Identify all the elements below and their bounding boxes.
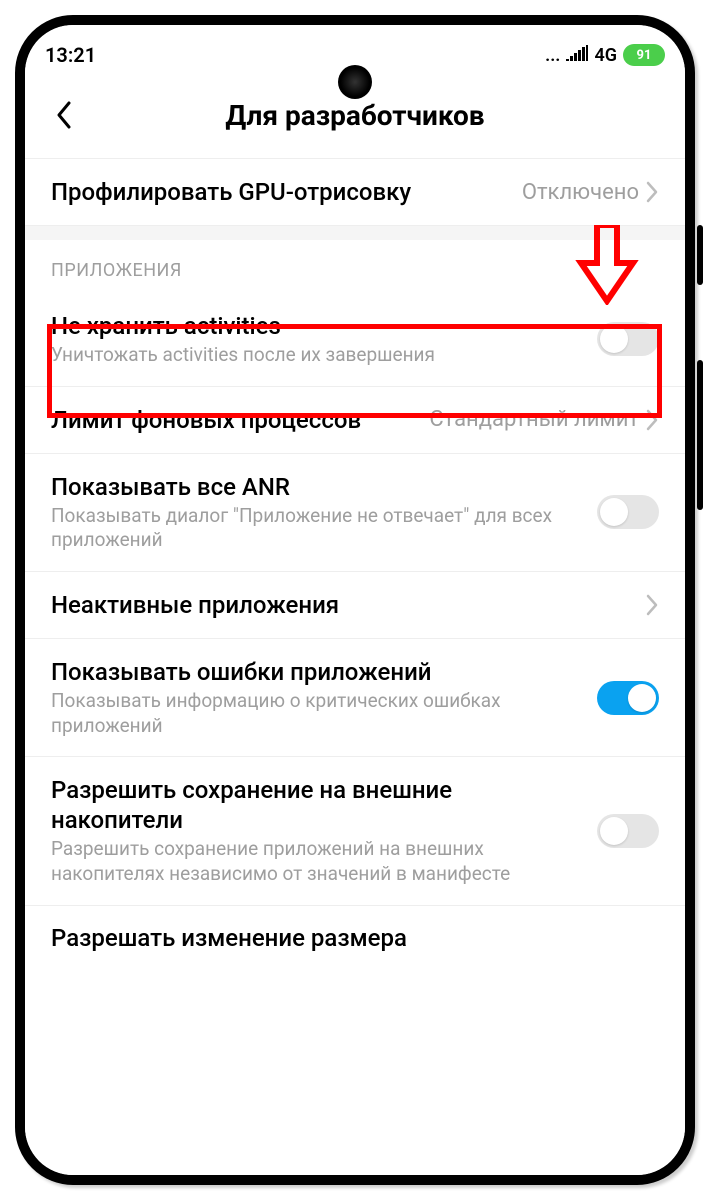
- row-dont-keep-activities[interactable]: Не хранить activities Уничтожать activit…: [25, 293, 685, 387]
- page-title: Для разработчиков: [225, 99, 484, 132]
- volume-button: [697, 360, 703, 510]
- row-allow-resize[interactable]: Разрешать изменение размера: [25, 906, 685, 952]
- status-dots: [545, 45, 560, 66]
- row-title: Показывать все ANR: [51, 472, 585, 502]
- row-gpu-profiling[interactable]: Профилировать GPU-отрисовку Отключено: [25, 159, 685, 226]
- row-background-limit[interactable]: Лимит фоновых процессов Стандартный лими…: [25, 387, 685, 454]
- power-button: [697, 225, 703, 285]
- row-subtitle: Показывать информацию о критических ошиб…: [51, 689, 585, 738]
- signal-icon: [566, 45, 588, 66]
- row-subtitle: Разрешить сохранение приложений на внешн…: [51, 837, 585, 886]
- row-external-storage[interactable]: Разрешить сохранение на внешние накопите…: [25, 757, 685, 905]
- camera-hole: [338, 65, 372, 99]
- row-value: Отключено: [522, 180, 639, 205]
- section-gap: [25, 226, 685, 240]
- network-type: 4G: [594, 45, 617, 66]
- status-right: 4G 91: [545, 44, 665, 66]
- row-title: Не хранить activities: [51, 311, 585, 341]
- row-subtitle: Показывать диалог "Приложение не отвечае…: [51, 504, 585, 553]
- back-button[interactable]: [49, 99, 81, 131]
- row-title: Показывать ошибки приложений: [51, 657, 585, 687]
- row-title: Разрешить сохранение на внешние накопите…: [51, 775, 585, 835]
- status-time: 13:21: [45, 43, 96, 67]
- row-value: Стандартный лимит: [429, 407, 639, 432]
- row-show-anr[interactable]: Показывать все ANR Показывать диалог "Пр…: [25, 454, 685, 572]
- toggle-anr[interactable]: [597, 495, 659, 529]
- row-title: Неактивные приложения: [51, 590, 633, 620]
- row-title: Разрешать изменение размера: [51, 924, 659, 952]
- toggle-app-errors[interactable]: [597, 681, 659, 715]
- row-app-errors[interactable]: Показывать ошибки приложений Показывать …: [25, 639, 685, 757]
- chevron-right-icon: [645, 594, 659, 616]
- screen: 13:21 4G 91 Для разработчиков: [25, 25, 685, 1175]
- section-header-apps: ПРИЛОЖЕНИЯ: [25, 240, 685, 293]
- toggle-external[interactable]: [597, 814, 659, 848]
- row-subtitle: Уничтожать activities после их завершени…: [51, 343, 585, 368]
- battery-icon: 91: [623, 44, 665, 66]
- toggle-activities[interactable]: [597, 322, 659, 356]
- row-inactive-apps[interactable]: Неактивные приложения: [25, 572, 685, 639]
- chevron-right-icon: [645, 181, 659, 203]
- row-title: Лимит фоновых процессов: [51, 405, 417, 435]
- row-title: Профилировать GPU-отрисовку: [51, 177, 510, 207]
- chevron-right-icon: [645, 409, 659, 431]
